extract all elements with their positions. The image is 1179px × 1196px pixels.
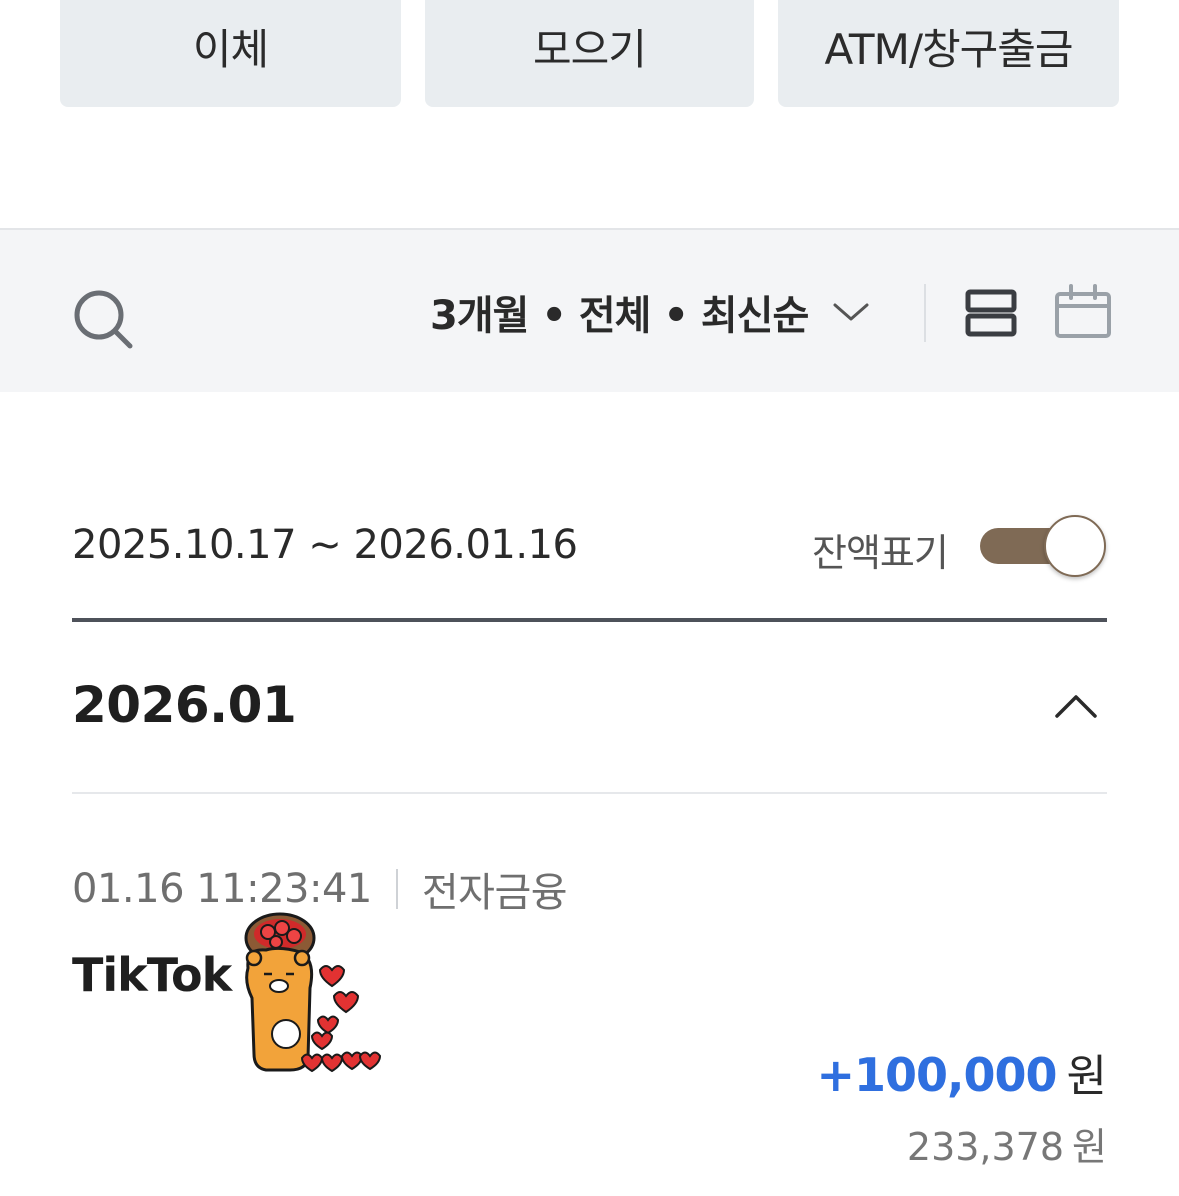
month-header: 2026.01 (72, 676, 297, 734)
filter-dropdown[interactable]: 3개월 • 전체 • 최신순 (430, 282, 870, 342)
atm-withdraw-button[interactable]: ATM/창구출금 (778, 0, 1119, 107)
list-view-icon[interactable] (964, 288, 1018, 338)
transaction-amount: +100,000 원 (816, 1040, 1107, 1104)
action-buttons: 이체 모으기 ATM/창구출금 (60, 0, 1119, 107)
filter-summary-text: 3개월 • 전체 • 최신순 (430, 293, 809, 339)
filter-bar: 3개월 • 전체 • 최신순 (0, 228, 1179, 392)
transfer-button[interactable]: 이체 (60, 0, 401, 107)
ryan-heart-sticker (244, 912, 382, 1073)
transaction-datetime: 01.16 11:23:41 (72, 866, 372, 912)
balance-unit: 원 (1072, 1125, 1107, 1169)
toggle-knob (1044, 515, 1106, 577)
transaction-category: 전자금융 (421, 870, 568, 916)
date-range: 2025.10.17 ~ 2026.01.16 (72, 522, 578, 568)
transaction-balance: 233,378 원 (907, 1116, 1107, 1171)
meta-separator (395, 869, 398, 909)
filter-divider (924, 284, 926, 342)
amount-unit: 원 (1066, 1051, 1107, 1102)
month-divider (72, 792, 1107, 794)
calendar-icon[interactable] (1054, 284, 1112, 340)
amount-value: +100,000 (816, 1048, 1057, 1102)
collect-button-label: 모으기 (533, 25, 647, 74)
balance-value: 233,378 (906, 1125, 1065, 1169)
section-divider (72, 618, 1107, 622)
collect-button[interactable]: 모으기 (425, 0, 754, 107)
transfer-button-label: 이체 (192, 25, 269, 74)
atm-withdraw-button-label: ATM/창구출금 (824, 25, 1073, 74)
balance-toggle-label: 잔액표기 (812, 531, 949, 575)
search-icon[interactable] (72, 288, 134, 350)
balance-toggle[interactable] (980, 514, 1108, 578)
chevron-down-icon (833, 303, 869, 321)
transaction-name[interactable]: TikTok (72, 948, 232, 1002)
chevron-up-icon[interactable] (1054, 692, 1098, 720)
